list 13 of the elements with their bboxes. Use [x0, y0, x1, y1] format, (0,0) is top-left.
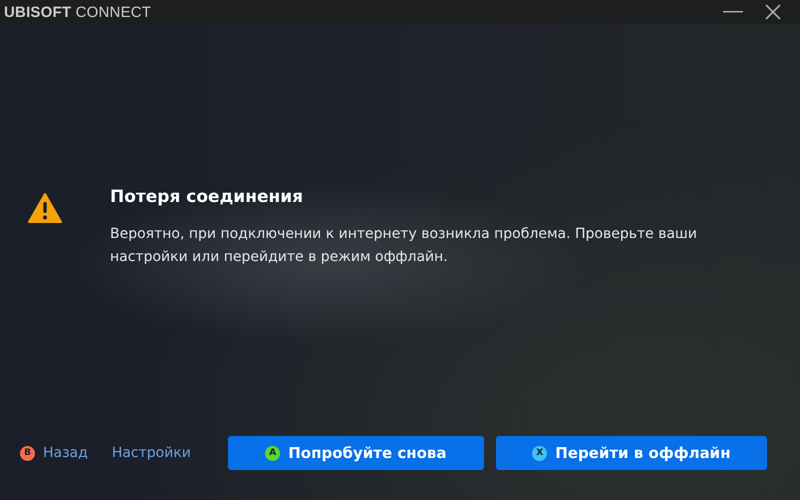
offline-button[interactable]: X Перейти в оффлайн: [496, 436, 767, 470]
minimize-icon: [723, 11, 743, 13]
dialog-message: Вероятно, при подключении к интернету возникла проблема. Проверьте ваши настройки или перейдите в режим оффлайн.: [110, 225, 698, 267]
back-link[interactable]: B Назад: [20, 445, 88, 461]
dialog-title: Потеря соединения: [110, 187, 304, 207]
controller-key-badge: X: [532, 446, 548, 460]
close-icon: [765, 4, 781, 20]
warning-icon: [28, 193, 62, 223]
settings-link[interactable]: Настройки: [112, 445, 191, 461]
retry-button[interactable]: A Попробуйте снова: [228, 436, 484, 470]
window-title: UBISOFT CONNECT: [4, 4, 152, 20]
controller-key-badge: A: [265, 446, 280, 460]
controller-key-badge: B: [20, 446, 35, 460]
